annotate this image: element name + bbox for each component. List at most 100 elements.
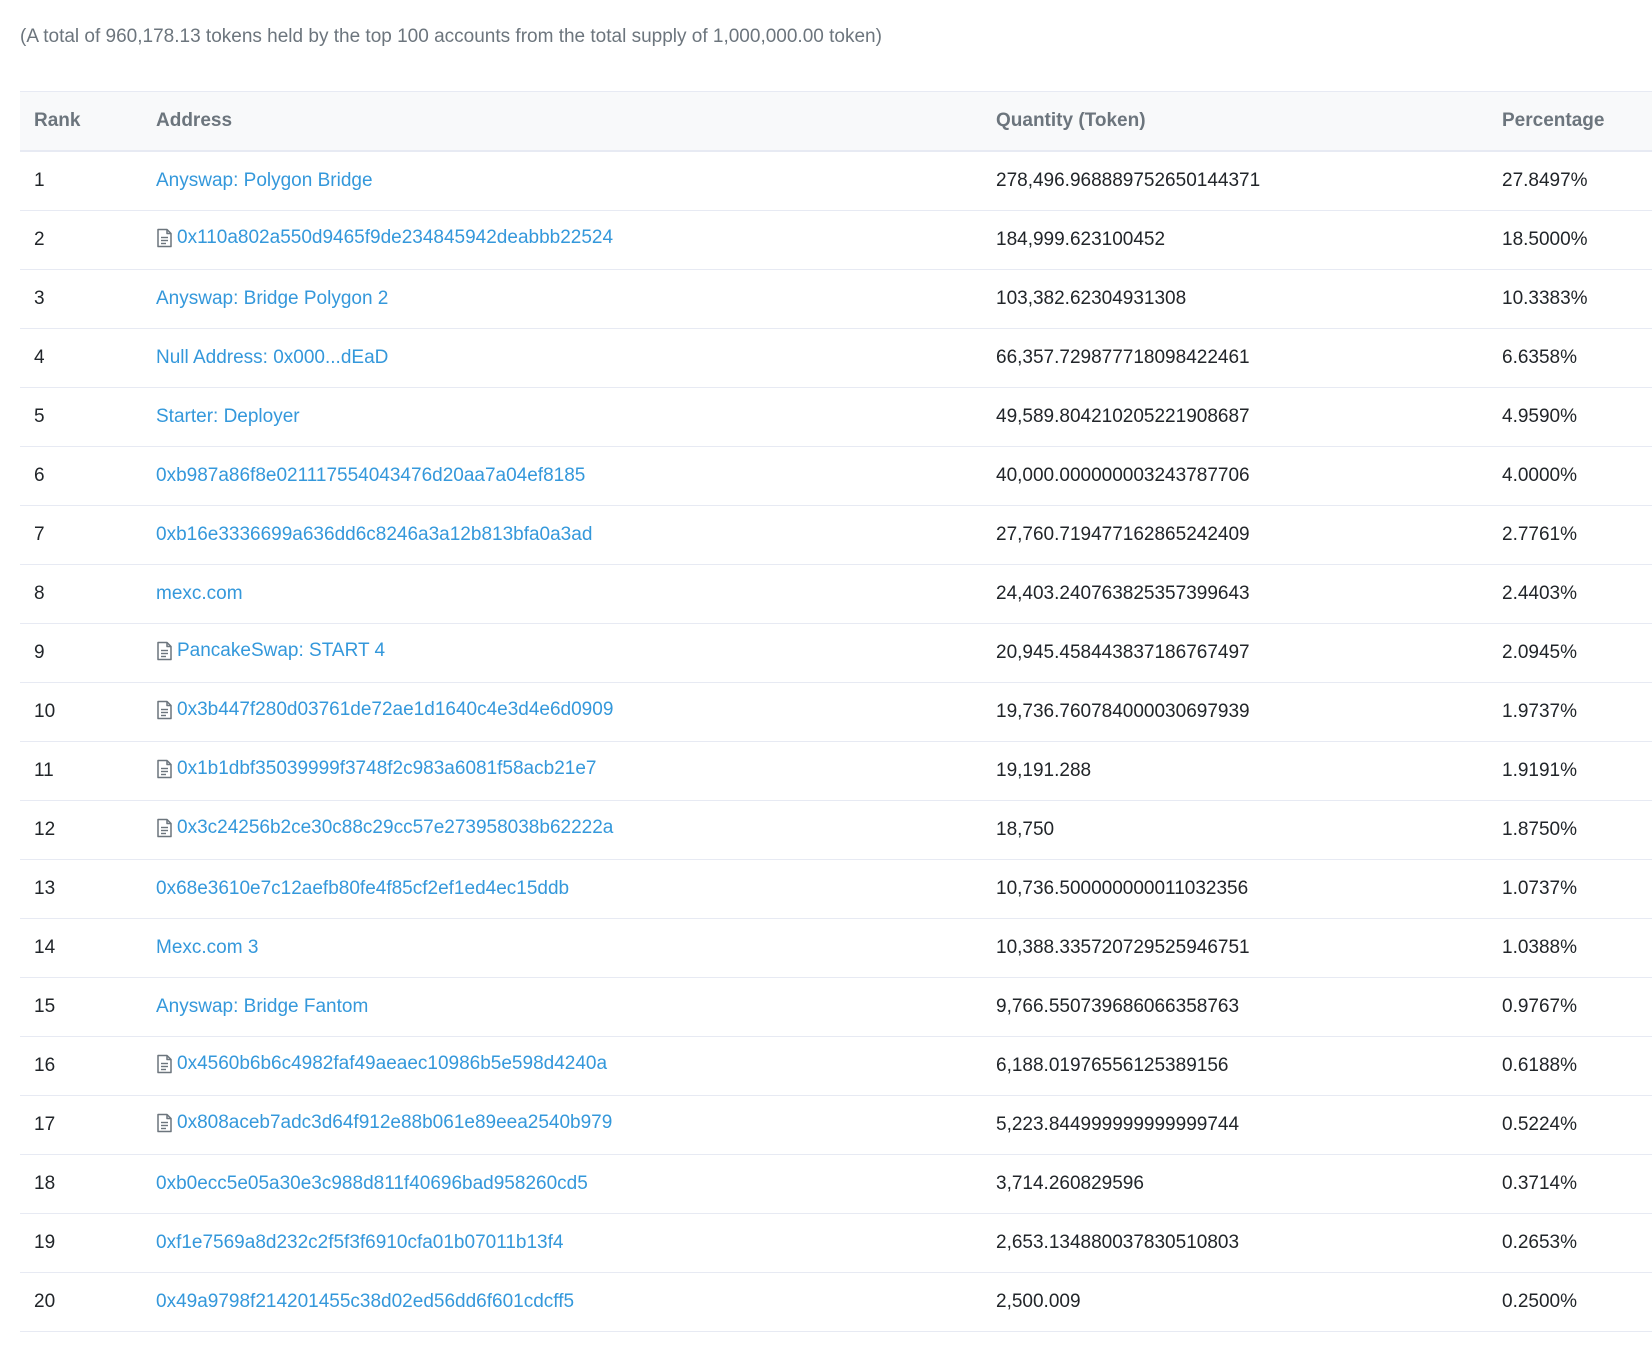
quantity-cell: 103,382.62304931308 <box>996 269 1502 329</box>
table-row: 20 0x49a9798f214201455c38d02ed56dd6f601cd… <box>20 1272 1652 1332</box>
holder-address-text: Anyswap: Bridge Fantom <box>156 996 369 1017</box>
contract-file-icon <box>156 1113 173 1133</box>
address-cell: 0x49a9798f214201455c38d02ed56dd6f601cdcf… <box>156 1272 996 1332</box>
rank-cell: 20 <box>20 1272 156 1332</box>
rank-cell: 11 <box>20 741 156 801</box>
holder-address-text: PancakeSwap: START 4 <box>177 639 386 661</box>
table-header: Rank Address Quantity (Token) Percentage <box>20 91 1652 152</box>
holder-address-link[interactable]: Anyswap: Bridge Polygon 2 <box>156 288 388 310</box>
holder-address-text: Mexc.com 3 <box>156 937 259 958</box>
percentage-cell: 2.4403% <box>1502 564 1652 624</box>
holder-address-text: 0xb987a86f8e021117554043476d20aa7a04ef81… <box>156 465 586 486</box>
table-row: 11 0x1b1dbf35039999f3748f2c983a6081f58acb… <box>20 741 1652 801</box>
holder-address-link[interactable]: 0x68e3610e7c12aefb80fe4f85cf2ef1ed4ec15d… <box>156 878 569 900</box>
holder-address-link[interactable]: Mexc.com 3 <box>156 937 258 959</box>
address-cell: 0x808aceb7adc3d64f912e88b061e89eea2540b9… <box>156 1095 996 1155</box>
holder-address-text: 0xb0ecc5e05a30e3c988d811f40696bad958260c… <box>156 1173 588 1194</box>
rank-cell: 4 <box>20 328 156 388</box>
percentage-cell: 1.0388% <box>1502 918 1652 978</box>
address-cell: 0x4560b6b6c4982faf49aeaec10986b5e598d424… <box>156 1036 996 1096</box>
holder-address-link[interactable]: Anyswap: Bridge Fantom <box>156 996 368 1018</box>
percentage-cell: 1.9737% <box>1502 682 1652 742</box>
quantity-cell: 19,191.288 <box>996 741 1502 801</box>
holder-address-text: 0xb16e3336699a636dd6c8246a3a12b813bfa0a3… <box>156 524 593 545</box>
contract-file-icon <box>156 818 173 838</box>
table-row: 19 0xf1e7569a8d232c2f5f3f6910cfa01b07011b… <box>20 1213 1652 1273</box>
holder-address-link[interactable]: Anyswap: Polygon Bridge <box>156 170 373 192</box>
holder-address-text: 0x68e3610e7c12aefb80fe4f85cf2ef1ed4ec15d… <box>156 878 570 899</box>
percentage-cell: 4.9590% <box>1502 387 1652 447</box>
header-address: Address <box>156 91 996 152</box>
contract-file-icon <box>156 700 173 720</box>
holder-address-link[interactable]: 0x3c24256b2ce30c88c29cc57e273958038b6222… <box>156 817 613 839</box>
rank-cell: 17 <box>20 1095 156 1155</box>
quantity-cell: 5,223.844999999999999744 <box>996 1095 1502 1155</box>
address-cell: Null Address: 0x000...dEaD <box>156 328 996 388</box>
quantity-cell: 18,750 <box>996 800 1502 860</box>
percentage-cell: 2.0945% <box>1502 623 1652 683</box>
quantity-cell: 40,000.000000003243787706 <box>996 446 1502 506</box>
rank-cell: 9 <box>20 623 156 683</box>
quantity-cell: 2,500.009 <box>996 1272 1502 1332</box>
holder-address-link[interactable]: 0x49a9798f214201455c38d02ed56dd6f601cdcf… <box>156 1291 574 1313</box>
header-percentage: Percentage <box>1502 91 1652 152</box>
holder-address-link[interactable]: 0x110a802a550d9465f9de234845942deabbb225… <box>156 227 613 249</box>
holder-address-text: 0x3b447f280d03761de72ae1d1640c4e3d4e6d09… <box>177 698 614 720</box>
holder-address-link[interactable]: Null Address: 0x000...dEaD <box>156 347 388 369</box>
table-row: 6 0xb987a86f8e021117554043476d20aa7a04ef8… <box>20 446 1652 506</box>
quantity-cell: 24,403.240763825357399643 <box>996 564 1502 624</box>
address-cell: 0xf1e7569a8d232c2f5f3f6910cfa01b07011b13… <box>156 1213 996 1273</box>
address-cell: 0x1b1dbf35039999f3748f2c983a6081f58acb21… <box>156 741 996 801</box>
holder-address-link[interactable]: 0x808aceb7adc3d64f912e88b061e89eea2540b9… <box>156 1112 612 1134</box>
holder-address-link[interactable]: 0xb16e3336699a636dd6c8246a3a12b813bfa0a3… <box>156 524 592 546</box>
address-cell: 0x68e3610e7c12aefb80fe4f85cf2ef1ed4ec15d… <box>156 859 996 919</box>
holder-address-text: 0xf1e7569a8d232c2f5f3f6910cfa01b07011b13… <box>156 1232 564 1253</box>
table-row: 12 0x3c24256b2ce30c88c29cc57e273958038b62… <box>20 800 1652 860</box>
table-row: 18 0xb0ecc5e05a30e3c988d811f40696bad95826… <box>20 1154 1652 1214</box>
holder-address-link[interactable]: 0x3b447f280d03761de72ae1d1640c4e3d4e6d09… <box>156 699 613 721</box>
holder-address-text: Null Address: 0x000...dEaD <box>156 347 389 368</box>
table-row: 5 Starter: Deployer 49,589.804210205221908… <box>20 387 1652 447</box>
holder-address-link[interactable]: 0xb987a86f8e021117554043476d20aa7a04ef81… <box>156 465 585 487</box>
contract-file-icon <box>156 641 173 661</box>
address-cell: Anyswap: Polygon Bridge <box>156 151 996 211</box>
quantity-cell: 2,653.134880037830510803 <box>996 1213 1502 1273</box>
holder-address-link[interactable]: 0xb0ecc5e05a30e3c988d811f40696bad958260c… <box>156 1173 588 1195</box>
holder-address-link[interactable]: PancakeSwap: START 4 <box>156 640 385 662</box>
holder-address-link[interactable]: 0x4560b6b6c4982faf49aeaec10986b5e598d424… <box>156 1053 607 1075</box>
rank-cell: 7 <box>20 505 156 565</box>
rank-cell: 14 <box>20 918 156 978</box>
quantity-cell: 27,760.719477162865242409 <box>996 505 1502 565</box>
rank-cell: 5 <box>20 387 156 447</box>
percentage-cell: 1.8750% <box>1502 800 1652 860</box>
holders-table: Rank Address Quantity (Token) Percentage… <box>20 91 1652 1332</box>
holder-address-text: Starter: Deployer <box>156 406 300 427</box>
address-cell: 0x3b447f280d03761de72ae1d1640c4e3d4e6d09… <box>156 682 996 742</box>
holder-address-link[interactable]: Starter: Deployer <box>156 406 300 428</box>
rank-cell: 8 <box>20 564 156 624</box>
quantity-cell: 184,999.623100452 <box>996 210 1502 270</box>
contract-file-icon <box>156 1054 173 1074</box>
address-cell: 0x3c24256b2ce30c88c29cc57e273958038b6222… <box>156 800 996 860</box>
table-row: 7 0xb16e3336699a636dd6c8246a3a12b813bfa0a… <box>20 505 1652 565</box>
holder-address-text: 0x1b1dbf35039999f3748f2c983a6081f58acb21… <box>177 757 597 779</box>
table-row: 13 0x68e3610e7c12aefb80fe4f85cf2ef1ed4ec1… <box>20 859 1652 919</box>
rank-cell: 16 <box>20 1036 156 1096</box>
percentage-cell: 0.9767% <box>1502 977 1652 1037</box>
percentage-cell: 27.8497% <box>1502 151 1652 211</box>
address-cell: 0xb987a86f8e021117554043476d20aa7a04ef81… <box>156 446 996 506</box>
rank-cell: 19 <box>20 1213 156 1273</box>
holder-address-text: 0x808aceb7adc3d64f912e88b061e89eea2540b9… <box>177 1111 613 1133</box>
table-row: 8 mexc.com 24,403.240763825357399643 2.4403… <box>20 564 1652 624</box>
rank-cell: 2 <box>20 210 156 270</box>
holder-address-link[interactable]: 0xf1e7569a8d232c2f5f3f6910cfa01b07011b13… <box>156 1232 563 1254</box>
quantity-cell: 278,496.968889752650144371 <box>996 151 1502 211</box>
quantity-cell: 10,736.500000000011032356 <box>996 859 1502 919</box>
percentage-cell: 10.3383% <box>1502 269 1652 329</box>
rank-cell: 13 <box>20 859 156 919</box>
rank-cell: 18 <box>20 1154 156 1214</box>
holder-address-text: 0x3c24256b2ce30c88c29cc57e273958038b6222… <box>177 816 614 838</box>
holder-address-link[interactable]: 0x1b1dbf35039999f3748f2c983a6081f58acb21… <box>156 758 596 780</box>
holder-address-link[interactable]: mexc.com <box>156 583 243 605</box>
percentage-cell: 2.7761% <box>1502 505 1652 565</box>
